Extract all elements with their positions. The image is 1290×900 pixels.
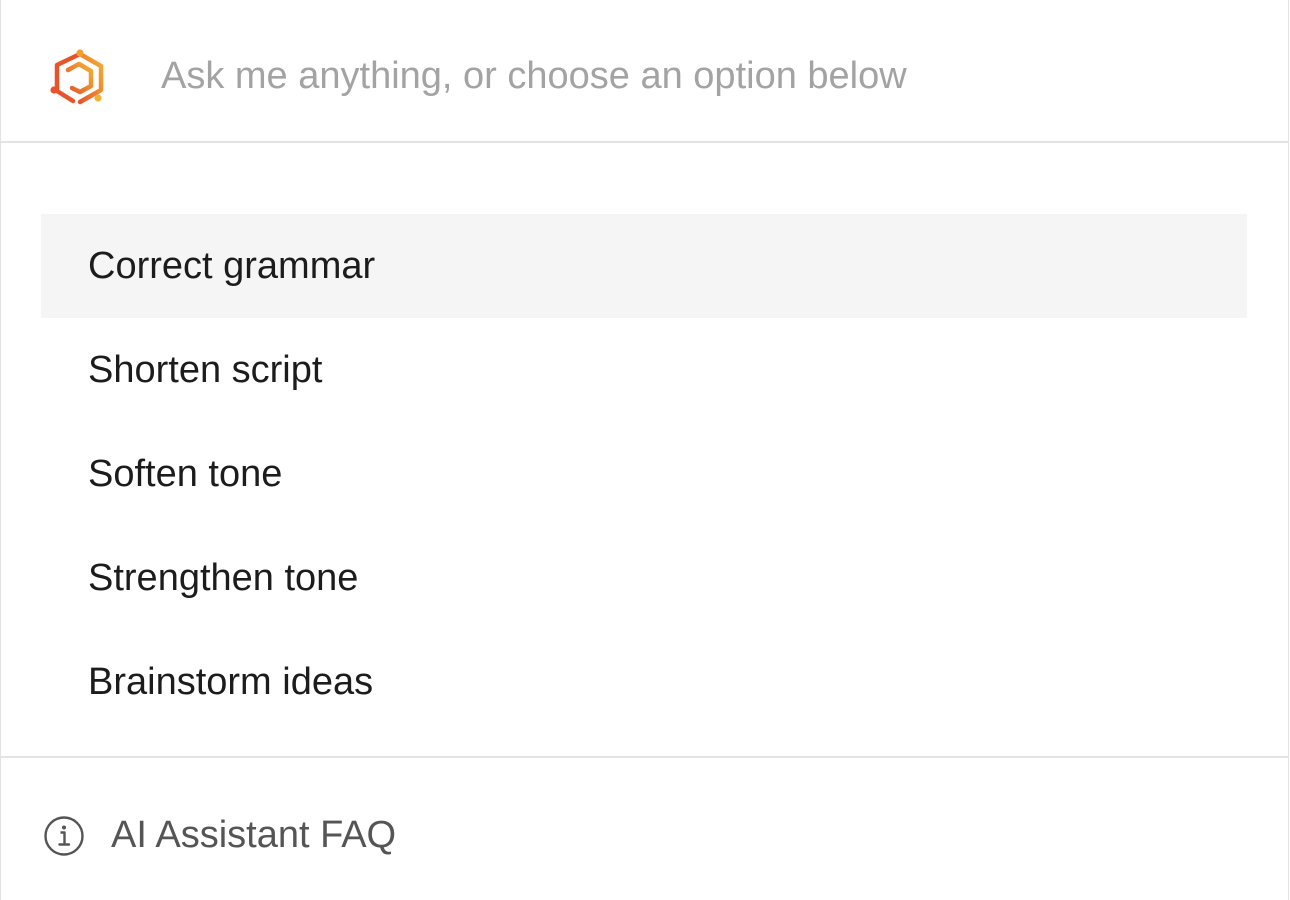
option-label: Soften tone: [88, 452, 283, 495]
option-label: Shorten script: [88, 348, 323, 391]
info-icon: [43, 815, 85, 857]
option-correct-grammar[interactable]: Correct grammar: [41, 214, 1247, 318]
option-strengthen-tone[interactable]: Strengthen tone: [41, 526, 1247, 630]
ai-assistant-panel: Correct grammar Shorten script Soften to…: [0, 0, 1289, 900]
option-label: Brainstorm ideas: [88, 660, 374, 703]
option-brainstorm-ideas[interactable]: Brainstorm ideas: [41, 630, 1247, 734]
faq-link[interactable]: AI Assistant FAQ: [43, 814, 396, 857]
option-shorten-script[interactable]: Shorten script: [41, 318, 1247, 422]
option-label: Correct grammar: [88, 244, 376, 287]
faq-label: AI Assistant FAQ: [111, 814, 397, 856]
prompt-bar: [1, 0, 1288, 143]
option-soften-tone[interactable]: Soften tone: [41, 422, 1247, 526]
prompt-input[interactable]: [161, 46, 1241, 106]
option-label: Strengthen tone: [88, 556, 359, 599]
footer: AI Assistant FAQ: [1, 756, 1288, 900]
ai-assistant-logo-icon: [47, 46, 109, 110]
option-list: Correct grammar Shorten script Soften to…: [41, 214, 1247, 734]
